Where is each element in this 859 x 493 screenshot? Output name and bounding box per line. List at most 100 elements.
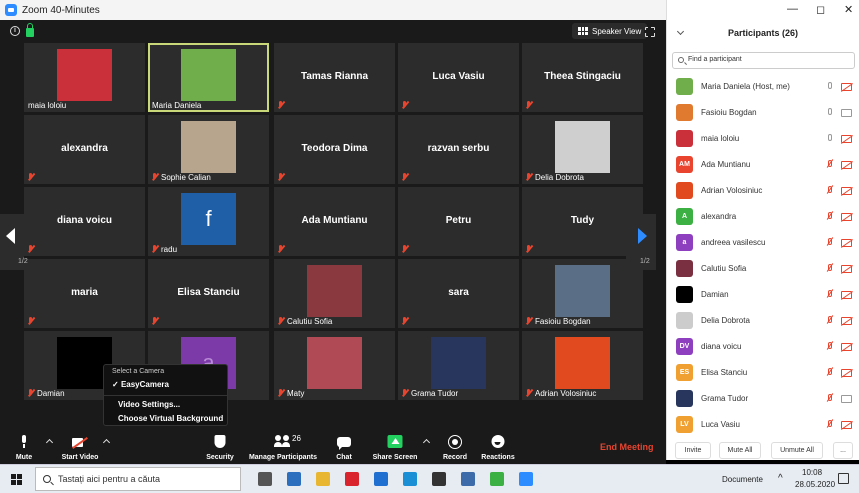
file-explorer-icon[interactable] [316,472,330,486]
participant-count: 26 [292,434,301,443]
muted-mic-icon [278,245,284,253]
participant-row[interactable]: a andreea vasilescu [667,230,859,256]
taskbar-search-input[interactable]: Tastați aici pentru a căuta [35,467,241,491]
participant-video [307,265,362,317]
security-button[interactable]: Security [202,432,238,464]
mute-button[interactable]: Mute [6,432,42,464]
video-tile[interactable]: alexandra [24,115,145,184]
participant-row[interactable]: DV diana voicu [667,334,859,360]
video-options-caret[interactable] [102,438,111,447]
video-tile[interactable]: maria [24,259,145,328]
zoom-app-icon [5,4,17,16]
video-tile[interactable]: Maria Daniela [148,43,269,112]
participant-row[interactable]: LV Luca Vasiu [667,412,859,438]
video-tile[interactable]: f radu [148,187,269,256]
restore-button[interactable]: ◻ [816,3,825,16]
avatar [676,390,693,407]
page-indicator-right: 1/2 [640,258,650,265]
video-tile[interactable]: Teodora Dima [274,115,395,184]
participant-row[interactable]: Adrian Volosiniuc [667,178,859,204]
info-icon[interactable]: i [10,26,20,36]
photos-icon[interactable] [461,472,475,486]
end-meeting-button[interactable]: End Meeting [600,442,654,452]
video-tile[interactable]: Delia Dobrota [522,115,643,184]
tile-name-label: Maty [278,389,304,398]
tile-name-label: Fasioiu Bogdan [526,317,591,326]
office-icon[interactable] [374,472,388,486]
participant-row[interactable]: ES Elisa Stanciu [667,360,859,386]
opera-icon[interactable] [345,472,359,486]
video-settings-item[interactable]: Video Settings... [118,400,180,409]
participant-row[interactable]: Delia Dobrota [667,308,859,334]
participant-row[interactable]: Maria Daniela (Host, me) [667,74,859,100]
video-off-icon [72,437,88,448]
share-options-caret[interactable] [422,438,431,447]
video-tile[interactable]: Tamas Rianna [274,43,395,112]
tray-overflow-icon[interactable]: ^ [778,473,783,484]
muted-mic-icon [28,173,34,181]
video-tile[interactable]: Theea Stingaciu [522,43,643,112]
video-tile[interactable]: Sophie Calian [148,115,269,184]
invite-button[interactable]: Invite [675,442,711,459]
video-tile[interactable]: diana voicu [24,187,145,256]
participants-panel: — ◻ ✕ Participants (26) Find a participa… [666,0,859,460]
video-tile[interactable]: Calutiu Sofia [274,259,395,328]
participant-row[interactable]: AM Ada Muntianu [667,152,859,178]
record-button[interactable]: Record [440,432,470,464]
mic-muted-icon [827,368,833,377]
audio-options-caret[interactable] [45,438,54,447]
tile-name-text: Fasioiu Bogdan [535,317,591,326]
video-tile[interactable]: Tudy [522,187,643,256]
more-options-button[interactable]: ... [833,442,853,459]
video-tile[interactable]: razvan serbu [398,115,519,184]
task-view-icon[interactable] [258,472,272,486]
share-screen-button[interactable]: Share Screen [370,432,420,464]
participant-row[interactable]: Calutiu Sofia [667,256,859,282]
participant-search-input[interactable]: Find a participant [672,52,855,69]
search-icon [678,57,684,63]
clock-date[interactable]: 28.05.2020 [795,480,835,489]
fullscreen-icon[interactable] [644,26,656,38]
video-tile[interactable]: Grama Tudor [398,331,519,400]
close-button[interactable]: ✕ [844,3,853,16]
video-tile[interactable]: sara [398,259,519,328]
participant-row[interactable]: Fasioiu Bogdan [667,100,859,126]
mic-icon [827,82,833,91]
video-tile[interactable]: Fasioiu Bogdan [522,259,643,328]
zoom-icon[interactable] [519,472,533,486]
participant-row[interactable]: Damian [667,282,859,308]
muted-mic-icon [526,317,532,325]
lock-icon[interactable] [26,22,34,37]
video-tile[interactable]: Petru [398,187,519,256]
virtual-background-item[interactable]: Choose Virtual Background [118,414,223,423]
reactions-button[interactable]: Reactions [480,432,516,464]
mail-icon[interactable] [287,472,301,486]
participant-name: Grama Tudor [701,394,749,403]
speaker-view-button[interactable]: Speaker View [572,23,648,39]
notifications-icon[interactable] [838,473,849,484]
participant-row[interactable]: Grama Tudor [667,386,859,412]
unmute-all-button[interactable]: Unmute All [771,442,823,459]
video-tile[interactable]: maia loloiu [24,43,145,112]
participant-row[interactable]: Aalexandra [667,204,859,230]
video-tile[interactable]: Luca Vasiu [398,43,519,112]
video-tile[interactable]: Ada Muntianu [274,187,395,256]
tile-participant-name: Theea Stingaciu [544,71,621,82]
minimize-button[interactable]: — [787,3,798,15]
video-tile[interactable]: Maty [274,331,395,400]
app-icon[interactable] [490,472,504,486]
edge-icon[interactable] [403,472,417,486]
windows-start-icon[interactable] [11,474,22,485]
chat-button[interactable]: Chat [330,432,358,464]
video-tile[interactable]: Elisa Stanciu [148,259,269,328]
start-video-button[interactable]: Start Video [58,432,102,464]
participant-row[interactable]: maia loloiu [667,126,859,152]
video-tile[interactable]: Adrian Volosiniuc [522,331,643,400]
clock-time[interactable]: 10:08 [802,468,822,477]
participant-video [555,121,610,173]
mute-all-button[interactable]: Mute All [719,442,761,459]
documents-toolbar[interactable]: Documente [722,475,763,484]
camera-option-selected[interactable]: ✓ EasyCamera [112,380,169,389]
manage-participants-button[interactable]: Manage Participants [245,432,321,464]
store-icon[interactable] [432,472,446,486]
